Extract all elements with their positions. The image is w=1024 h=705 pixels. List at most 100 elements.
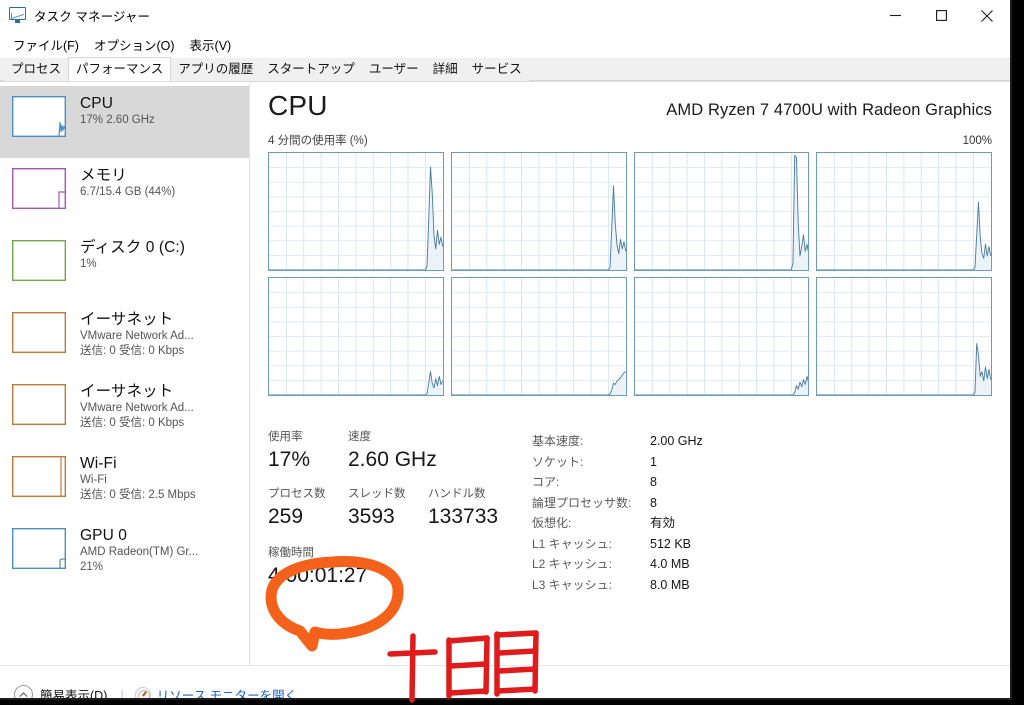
title-bar: タスク マネージャー	[0, 0, 1010, 31]
sidebar-ethernet2-adapter: VMware Network Ad...	[80, 402, 194, 414]
stat-threads-label: スレッド数	[348, 488, 406, 500]
sidebar-gpu-title: GPU 0	[80, 527, 128, 544]
tab-details[interactable]: 詳細	[425, 58, 465, 81]
stat-utilization: 使用率 17%	[268, 429, 348, 474]
menu-item-view[interactable]: 表示(V)	[184, 33, 241, 56]
open-resource-monitor-label: リソース モニターを開く	[156, 689, 298, 700]
logical-processor-graphs[interactable]	[268, 152, 992, 396]
sidebar-wifi-title: Wi-Fi	[80, 455, 117, 472]
spec-row: 基本速度: 2.00 GHz	[532, 431, 992, 452]
status-bar: 簡易表示(D) | リソース モニターを開く	[0, 665, 1010, 700]
window-controls	[872, 0, 1010, 31]
stat-processes-value: 259	[268, 505, 304, 528]
cpu-stats-left: 使用率 17% 速度 2.60 GHz プロセス数 259 スレッド数 3593…	[268, 429, 518, 595]
cpu-model-name: AMD Ryzen 7 4700U with Radeon Graphics	[666, 101, 992, 119]
spec-row: L2 キャッシュ: 4.0 MB	[532, 554, 992, 575]
sidebar-item-memory[interactable]: メモリ 6.7/15.4 GB (44%)	[0, 158, 249, 230]
tab-processes[interactable]: プロセス	[4, 58, 69, 81]
spec-key: L1 キャッシュ:	[532, 536, 613, 551]
resource-monitor-icon	[134, 686, 151, 698]
spec-value: 512 KB	[650, 536, 692, 551]
spec-key: L3 キャッシュ:	[532, 577, 613, 592]
footer-separator: |	[120, 687, 124, 700]
cpu-core-graph[interactable]	[816, 152, 992, 271]
spec-key: 論理プロセッサ数:	[532, 495, 632, 510]
maximize-button[interactable]	[918, 0, 964, 31]
sidebar-item-cpu[interactable]: CPU 17% 2.60 GHz	[0, 86, 249, 158]
task-manager-window: タスク マネージャー ファイル(F) オプション(O) 表示(V) プロセス パ…	[0, 0, 1012, 700]
stat-utilization-value: 17%	[268, 448, 311, 471]
cpu-core-graph[interactable]	[816, 277, 992, 396]
spec-row: コア: 8	[532, 472, 992, 493]
sidebar-disk-sub: 1%	[80, 258, 97, 270]
sidebar-cpu-title: CPU	[80, 95, 114, 112]
cpu-core-graph[interactable]	[450, 277, 627, 396]
task-manager-chart-icon	[9, 7, 26, 24]
stat-threads: スレッド数 3593	[348, 486, 428, 531]
sidebar-wifi-adapter: Wi-Fi	[80, 474, 107, 486]
cpu-core-graph[interactable]	[633, 277, 810, 396]
spec-row: ソケット: 1	[532, 452, 992, 473]
stat-processes: プロセス数 259	[268, 486, 348, 531]
resource-sidebar[interactable]: CPU 17% 2.60 GHz メモリ 6.7/15.4 GB (44%) デ…	[0, 82, 250, 665]
cpu-core-graph[interactable]	[450, 152, 627, 271]
sidebar-item-wifi[interactable]: Wi-Fi Wi-Fi 送信: 0 受信: 2.5 Mbps	[0, 446, 249, 518]
stat-handles-label: ハンドル数	[428, 488, 486, 500]
cpu-core-graph[interactable]	[633, 152, 810, 271]
spec-row: 仮想化: 有効	[532, 513, 992, 534]
stat-uptime-value: 4:00:01:27	[268, 564, 368, 587]
cpu-spec-list: 基本速度: 2.00 GHz ソケット: 1 コア: 8 論理プロセッサ数: 8 仮想化: 有効 L…	[518, 429, 992, 595]
page-title: CPU	[268, 90, 328, 121]
stat-handles-value: 133733	[428, 505, 499, 528]
menu-item-file[interactable]: ファイル(F)	[7, 33, 88, 56]
gpu-thumbnail-icon	[12, 528, 66, 569]
performance-main-panel: CPU AMD Ryzen 7 4700U with Radeon Graphi…	[250, 82, 1010, 665]
spec-key: 基本速度:	[532, 434, 584, 448]
sidebar-item-ethernet-1[interactable]: イーサネット VMware Network Ad... 送信: 0 受信: 0 …	[0, 302, 249, 374]
sidebar-item-disk-0[interactable]: ディスク 0 (C:) 1%	[0, 230, 249, 302]
minimize-button[interactable]	[872, 0, 918, 31]
tab-bar: プロセス パフォーマンス アプリの履歴 スタートアップ ユーザー 詳細 サービス	[0, 57, 1010, 82]
sidebar-memory-sub: 6.7/15.4 GB (44%)	[80, 186, 176, 198]
spec-value: 有効	[650, 516, 676, 530]
fewer-details-button[interactable]: 簡易表示(D)	[14, 685, 108, 700]
cpu-stats: 使用率 17% 速度 2.60 GHz プロセス数 259 スレッド数 3593…	[268, 429, 992, 595]
cpu-core-graph[interactable]	[268, 152, 444, 271]
spec-key: L2 キャッシュ:	[532, 557, 613, 571]
stat-handles: ハンドル数 133733	[428, 486, 508, 531]
spec-value: 8.0 MB	[650, 577, 690, 592]
spec-row: L3 キャッシュ: 8.0 MB	[532, 575, 992, 596]
menu-bar: ファイル(F) オプション(O) 表示(V)	[0, 31, 1010, 58]
close-button[interactable]	[964, 0, 1010, 31]
spec-value: 4.0 MB	[650, 557, 690, 571]
fewer-details-label: 簡易表示(D)	[40, 689, 108, 700]
sidebar-ethernet2-throughput: 送信: 0 受信: 0 Kbps	[80, 417, 185, 429]
spec-key: ソケット:	[532, 454, 584, 469]
sidebar-item-gpu-0[interactable]: GPU 0 AMD Radeon(TM) Gr... 21%	[0, 518, 249, 590]
tab-startup[interactable]: スタートアップ	[260, 58, 362, 81]
cpu-header: CPU AMD Ryzen 7 4700U with Radeon Graphi…	[268, 90, 992, 122]
spec-value: 8	[650, 475, 657, 489]
stat-uptime: 稼働時間 4:00:01:27	[268, 545, 378, 590]
tab-users[interactable]: ユーザー	[361, 58, 426, 81]
cpu-core-graph[interactable]	[268, 277, 444, 396]
spec-value: 2.00 GHz	[650, 434, 703, 448]
menu-item-options[interactable]: オプション(O)	[88, 33, 184, 56]
memory-thumbnail-icon	[12, 168, 66, 209]
chevron-up-icon	[14, 685, 33, 698]
tab-performance[interactable]: パフォーマンス	[68, 57, 172, 81]
sidebar-ethernet2-title: イーサネット	[80, 383, 174, 400]
sidebar-ethernet1-adapter: VMware Network Ad...	[80, 330, 194, 342]
tab-services[interactable]: サービス	[464, 58, 529, 81]
stat-speed-label: 速度	[348, 431, 371, 443]
stat-processes-label: プロセス数	[268, 488, 326, 500]
ethernet-thumbnail-icon	[12, 384, 66, 425]
open-resource-monitor-link[interactable]: リソース モニターを開く	[134, 685, 298, 700]
spec-value: 8	[650, 495, 657, 510]
tab-app-history[interactable]: アプリの履歴	[171, 58, 261, 81]
sidebar-ethernet1-throughput: 送信: 0 受信: 0 Kbps	[80, 345, 185, 357]
stat-speed: 速度 2.60 GHz	[348, 429, 458, 474]
sidebar-item-ethernet-2[interactable]: イーサネット VMware Network Ad... 送信: 0 受信: 0 …	[0, 374, 249, 446]
window-title: タスク マネージャー	[34, 10, 151, 24]
graph-caption-max: 100%	[962, 135, 992, 147]
